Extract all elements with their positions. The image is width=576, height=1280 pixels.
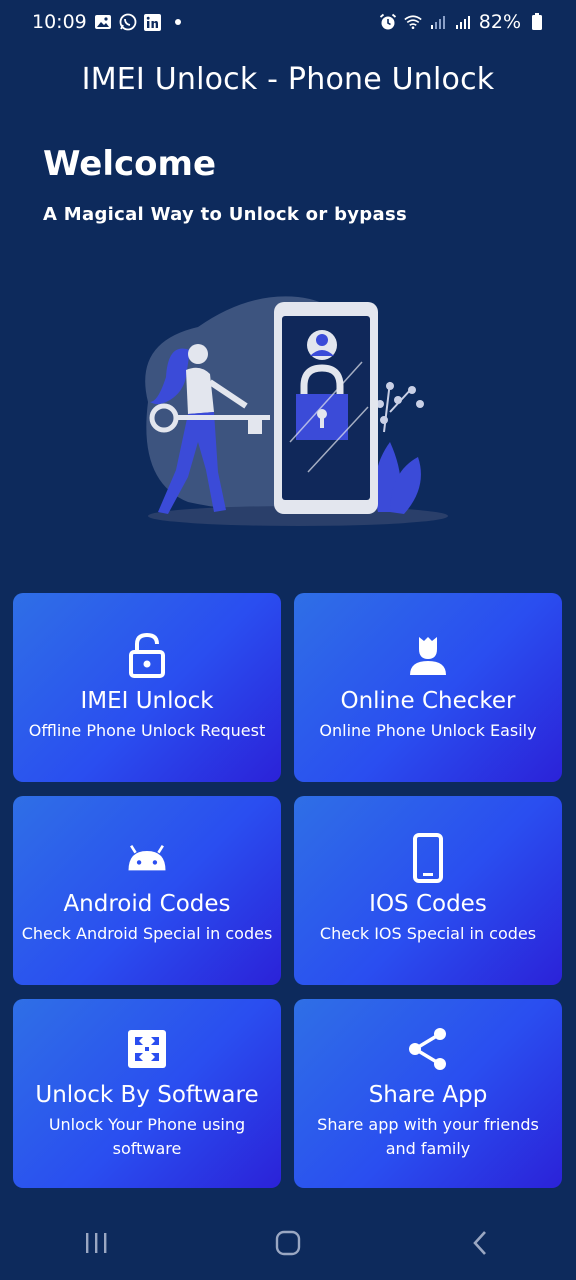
card-title: Share App [368, 1081, 488, 1108]
card-title: IOS Codes [369, 890, 487, 917]
back-icon [473, 1231, 486, 1255]
recents-icon [86, 1233, 107, 1253]
share-icon [406, 1027, 450, 1071]
alarm-icon [379, 13, 397, 31]
signal-icon [429, 13, 447, 31]
wifi-icon [404, 13, 422, 31]
phone-icon [406, 832, 450, 883]
software-icon [125, 1027, 169, 1071]
recent-apps-button[interactable] [66, 1213, 126, 1273]
signal-icon [454, 13, 472, 31]
online-checker-card[interactable]: Online Checker Online Phone Unlock Easil… [294, 593, 562, 782]
back-button[interactable] [450, 1213, 510, 1273]
user-icon [406, 633, 450, 677]
whatsapp-icon [119, 13, 137, 31]
status-time: 10:09 [32, 11, 87, 33]
tagline-text: A Magical Way to Unlock or bypass [43, 204, 407, 225]
card-title: Android Codes [63, 890, 231, 917]
android-codes-card[interactable]: Android Codes Check Android Special in c… [13, 796, 281, 985]
home-button[interactable] [258, 1213, 318, 1273]
card-title: Unlock By Software [35, 1081, 259, 1108]
battery-icon [528, 13, 546, 31]
status-bar: 10:09 82% [0, 0, 576, 44]
unlock-illustration [128, 282, 448, 532]
imei-unlock-card[interactable]: IMEI Unlock Offline Phone Unlock Request [13, 593, 281, 782]
card-subtitle: Unlock Your Phone using software [48, 1114, 246, 1158]
card-title: IMEI Unlock [80, 687, 214, 714]
gallery-icon [94, 13, 112, 31]
card-subtitle: Offline Phone Unlock Request [28, 720, 266, 740]
ios-codes-card[interactable]: IOS Codes Check IOS Special in codes [294, 796, 562, 985]
card-subtitle: Check IOS Special in codes [319, 923, 537, 943]
card-subtitle: Check Android Special in codes [21, 923, 273, 943]
app-title: IMEI Unlock - Phone Unlock [81, 62, 495, 97]
unlock-by-software-card[interactable]: Unlock By Software Unlock Your Phone usi… [13, 999, 281, 1188]
share-app-card[interactable]: Share App Share app with your friends an… [294, 999, 562, 1188]
dot-icon [169, 13, 187, 31]
card-subtitle: Online Phone Unlock Easily [319, 720, 537, 740]
home-icon [275, 1230, 301, 1256]
padlock-icon [125, 632, 169, 678]
feature-grid: IMEI Unlock Offline Phone Unlock Request… [13, 593, 563, 1188]
welcome-heading: Welcome [43, 144, 217, 184]
card-title: Online Checker [340, 687, 516, 714]
system-nav-bar [0, 1206, 576, 1280]
battery-percent: 82% [478, 11, 521, 33]
android-icon [125, 836, 169, 880]
card-subtitle: Share app with your friends and family [317, 1114, 539, 1158]
linkedin-icon [144, 13, 162, 31]
